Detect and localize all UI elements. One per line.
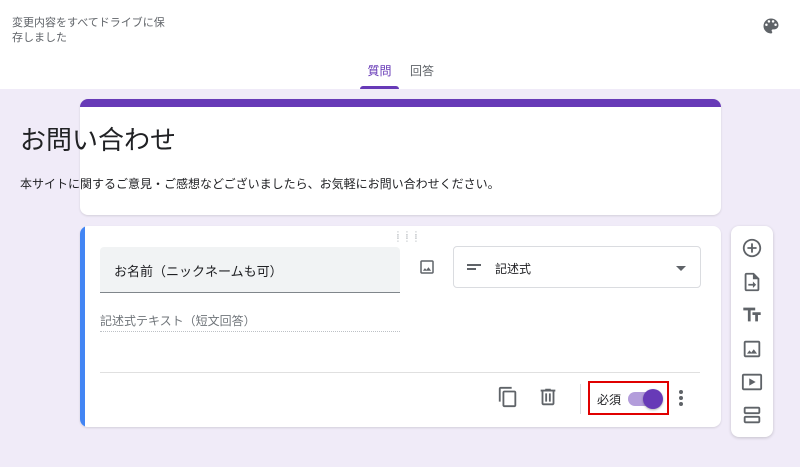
answer-placeholder: 記述式テキスト（短文回答） <box>100 312 400 332</box>
required-label: 必須 <box>597 393 622 407</box>
question-type-label: 記述式 <box>495 262 532 276</box>
delete-icon[interactable] <box>537 386 559 408</box>
palette-icon[interactable] <box>761 16 781 36</box>
footer-separator <box>580 384 581 414</box>
title-accent-strip <box>80 99 721 107</box>
required-toggle-knob[interactable] <box>643 389 663 409</box>
tab-responses[interactable]: 回答 <box>404 62 440 89</box>
save-status: 変更内容をすべてドライブに保存しました <box>12 16 165 44</box>
footer-divider <box>100 372 700 373</box>
question-accent-bar <box>80 226 85 427</box>
form-title[interactable]: お問い合わせ <box>20 125 176 157</box>
form-description[interactable]: 本サイトに関するご意見・ご感想などございましたら、お気軽にお問い合わせください。 <box>20 175 500 192</box>
top-bar: 変更内容をすべてドライブに保存しました 質問 回答 <box>0 0 800 89</box>
add-question-icon[interactable] <box>741 237 763 259</box>
question-title-text: お名前（ニックネームも可） <box>114 265 283 280</box>
add-section-icon[interactable] <box>741 404 763 426</box>
chevron-down-icon <box>676 266 686 271</box>
more-vert-icon[interactable] <box>673 388 689 408</box>
tab-questions[interactable]: 質問 <box>360 62 399 89</box>
duplicate-icon[interactable] <box>497 386 519 408</box>
drag-handle-icon[interactable]: ⋮⋮⋮ ⋮⋮⋮ <box>394 231 421 243</box>
question-title-input[interactable]: お名前（ニックネームも可） <box>100 247 400 293</box>
add-image-sidebar-icon[interactable] <box>741 338 763 360</box>
form-title-card <box>80 99 721 215</box>
add-image-icon[interactable] <box>418 258 436 276</box>
question-type-dropdown[interactable]: 記述式 <box>453 246 701 288</box>
add-title-icon[interactable] <box>741 304 763 326</box>
import-questions-icon[interactable] <box>741 271 763 293</box>
add-video-icon[interactable] <box>741 371 763 393</box>
tab-bar: 質問 回答 <box>0 62 800 89</box>
short-answer-icon <box>466 260 482 274</box>
